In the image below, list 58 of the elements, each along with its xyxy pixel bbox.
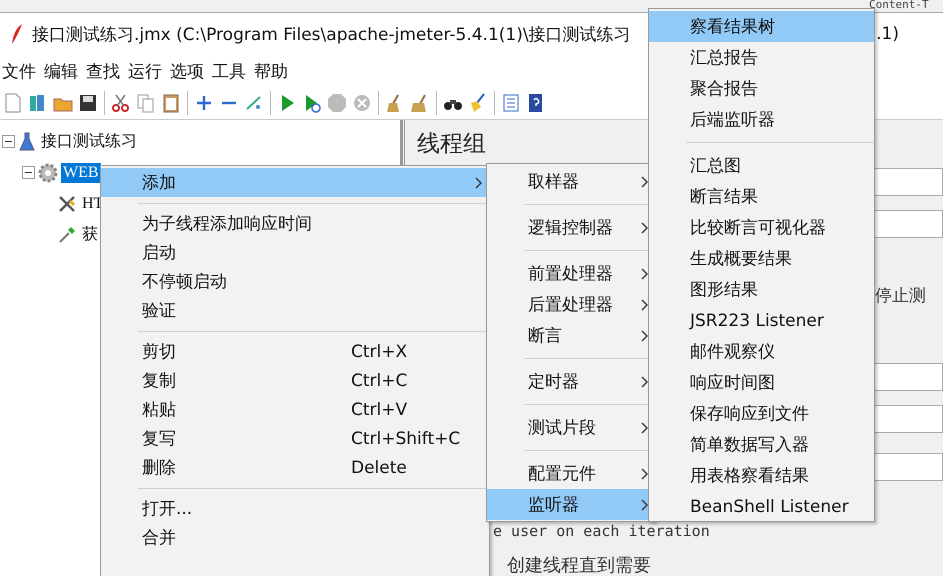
menu-bar-item[interactable]: 编辑 <box>44 60 78 82</box>
menu-item[interactable]: JSR223 Listener <box>649 305 874 336</box>
collapse-icon[interactable] <box>2 135 15 148</box>
input-field[interactable] <box>873 453 943 481</box>
input-field[interactable] <box>873 405 943 433</box>
collapse-icon[interactable] <box>22 166 35 179</box>
menu-item[interactable]: 剪切 Ctrl+X <box>101 337 489 366</box>
input-field[interactable] <box>873 168 943 196</box>
menu-item[interactable]: 聚合报告 <box>649 73 874 104</box>
menu-item[interactable]: 断言结果 <box>649 181 874 212</box>
gear-icon <box>38 162 58 182</box>
menu-bar-item[interactable]: 查找 <box>86 60 120 82</box>
panel-title: 线程组 <box>417 130 486 158</box>
menu-bar-item[interactable]: 文件 <box>2 60 36 82</box>
menu-item[interactable]: 验证 <box>101 296 489 325</box>
menu-item[interactable]: 为子线程添加响应时间 <box>101 209 489 238</box>
menu-item[interactable]: 响应时间图 <box>649 367 874 398</box>
tree-item[interactable]: 获 <box>80 223 100 246</box>
menu-item[interactable]: 不停顿启动 <box>101 267 489 296</box>
wrench-icon <box>57 194 77 214</box>
menu-bar-item[interactable]: 运行 <box>128 60 162 82</box>
menu-item[interactable]: 汇总报告 <box>649 42 874 73</box>
menu-item[interactable]: 察看结果树 <box>649 11 874 42</box>
menu-item[interactable]: 汇总图 <box>649 150 874 181</box>
menu-item[interactable]: 邮件观察仪 <box>649 336 874 367</box>
menu-item[interactable]: 用表格察看结果 <box>649 460 874 491</box>
input-field[interactable] <box>873 363 943 391</box>
menu-item[interactable]: 生成概要结果 <box>649 243 874 274</box>
menu-item[interactable]: 粘贴 Ctrl+V <box>101 395 489 424</box>
tree-item[interactable]: WEB <box>61 162 101 182</box>
input-field[interactable] <box>873 210 943 238</box>
option-label: 停止测 <box>875 285 927 307</box>
background-window-text: Content-T <box>869 0 930 12</box>
menu-item[interactable]: 简单数据写入器 <box>649 429 874 460</box>
menu-item[interactable]: 添加 <box>101 168 489 197</box>
scissors-icon[interactable] <box>110 92 132 114</box>
option-label: e user on each iteration <box>493 522 710 540</box>
tree-item[interactable]: 接口测试练习 <box>39 130 139 153</box>
menu-item[interactable]: 启动 <box>101 238 489 267</box>
menu-item[interactable]: 打开... <box>101 494 489 523</box>
window-title: .1) <box>876 24 900 44</box>
flask-icon <box>18 132 36 152</box>
menu-item[interactable]: 复写 Ctrl+Shift+C <box>101 424 489 453</box>
save-icon[interactable] <box>77 92 99 114</box>
feather-icon <box>10 23 24 45</box>
menu-item[interactable]: 图形结果 <box>649 274 874 305</box>
window-title: 接口测试练习.jmx (C:\Program Files\apache-jmeter-5.4.1(1)\接口测试练习 <box>32 24 631 46</box>
menu-item[interactable]: 保存响应到文件 <box>649 398 874 429</box>
option-label: 创建线程直到需要 <box>507 554 651 576</box>
menu-item[interactable]: 合并 <box>101 523 489 552</box>
dropper-icon <box>57 224 77 244</box>
menu-bar-item[interactable]: 帮助 <box>254 60 288 82</box>
menu-item[interactable]: 复制 Ctrl+C <box>101 366 489 395</box>
menu-item[interactable]: 比较断言可视化器 <box>649 212 874 243</box>
menu-item[interactable]: 后端监听器 <box>649 104 874 135</box>
menu-bar-item[interactable]: 工具 <box>212 60 246 82</box>
menu-bar-item[interactable]: 选项 <box>170 60 204 82</box>
menu-item[interactable]: 删除 Delete <box>101 453 489 482</box>
